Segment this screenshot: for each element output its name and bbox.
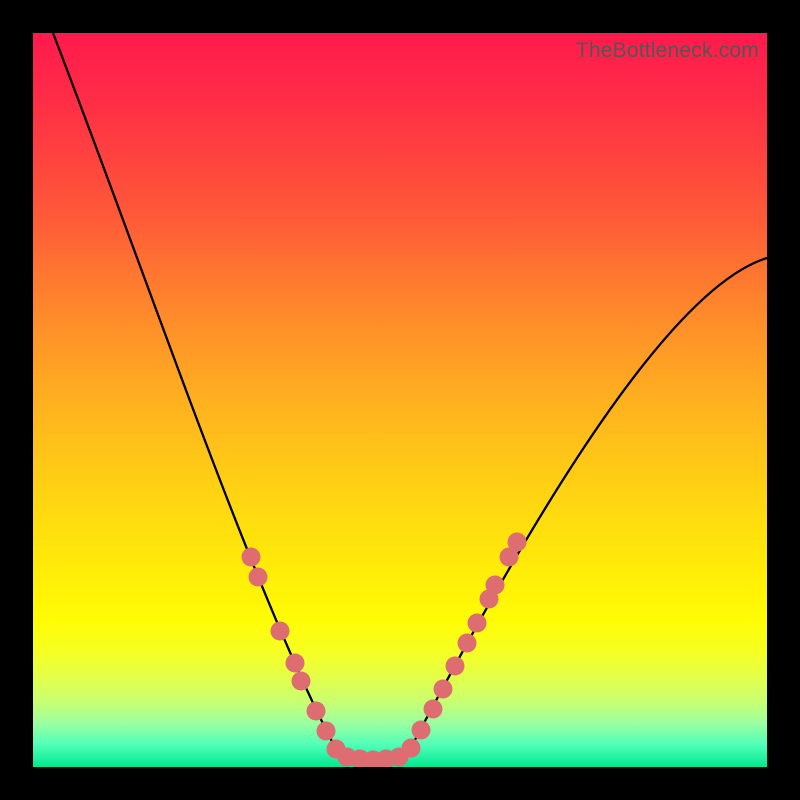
marker-dot	[249, 568, 268, 587]
marker-dot	[446, 657, 465, 676]
bottleneck-curve-svg	[33, 33, 767, 767]
marker-dot	[292, 672, 311, 691]
marker-dot	[307, 702, 326, 721]
marker-dot	[402, 739, 421, 758]
marker-dot	[242, 548, 261, 567]
markers-group	[242, 533, 527, 768]
curve-group	[53, 33, 767, 763]
watermark-text: TheBottleneck.com	[576, 39, 759, 63]
marker-dot	[412, 721, 431, 740]
marker-dot	[434, 680, 453, 699]
marker-dot	[468, 614, 487, 633]
marker-dot	[271, 622, 290, 641]
marker-dot	[424, 700, 443, 719]
marker-dot	[508, 533, 527, 552]
chart-plot-area: TheBottleneck.com	[33, 33, 767, 767]
marker-dot	[317, 722, 336, 741]
bottleneck-curve-path	[53, 33, 767, 763]
marker-dot	[286, 654, 305, 673]
marker-dot	[486, 576, 505, 595]
marker-dot	[458, 634, 477, 653]
